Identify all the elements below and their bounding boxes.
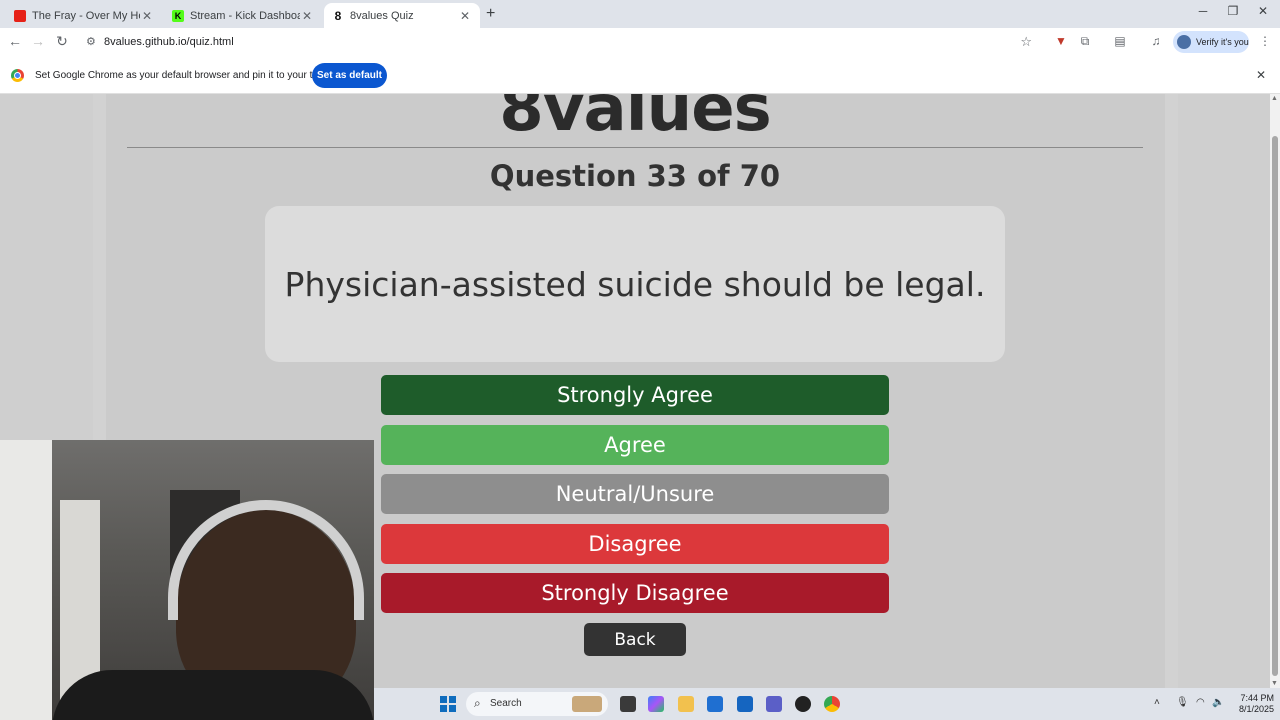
strongly-agree-button[interactable]: Strongly Agree [381, 375, 889, 415]
kick-icon: K [172, 9, 184, 22]
tab-strip: The Fray - Over My Head (Cable ✕ K Strea… [0, 0, 1280, 28]
restore-icon[interactable]: ❐ [1218, 4, 1248, 18]
scroll-down-icon[interactable]: ▼ [1271, 680, 1278, 687]
menu-kebab-icon[interactable]: ⋮ [1256, 34, 1274, 48]
chrome-taskbar-icon[interactable] [824, 696, 840, 712]
webcam-overlay [0, 440, 374, 720]
store-icon[interactable] [707, 696, 723, 712]
webcam-wall [0, 440, 52, 720]
tab-8values[interactable]: 8 8values Quiz ✕ [324, 3, 480, 28]
mail-icon[interactable] [737, 696, 753, 712]
question-text: Physician-assisted suicide should be leg… [284, 264, 986, 304]
close-infobar-icon[interactable]: ✕ [1256, 68, 1266, 82]
default-browser-infobar: Set Google Chrome as your default browse… [0, 57, 1280, 94]
media-controls-icon[interactable]: ♫ [1147, 34, 1165, 48]
question-counter: Question 33 of 70 [489, 159, 781, 193]
bookmark-star-icon[interactable]: ☆ [1020, 34, 1032, 50]
back-button[interactable]: Back [584, 623, 686, 656]
scrollbar-thumb[interactable] [1272, 136, 1278, 676]
browser-toolbar: ← → ↻ ⚙ 8values.github.io/quiz.html ☆ ▼ … [0, 28, 1280, 57]
back-arrow-icon[interactable]: ← [6, 33, 24, 49]
page-scrollbar[interactable]: ▲ ▼ [1270, 94, 1280, 688]
extension-icon[interactable]: ▼ [1052, 34, 1070, 48]
obs-icon[interactable] [795, 696, 811, 712]
youtube-icon [14, 9, 26, 22]
tab-kick[interactable]: K Stream - Kick Dashboard ✕ [164, 3, 322, 28]
scroll-up-icon[interactable]: ▲ [1271, 95, 1278, 102]
disagree-button[interactable]: Disagree [381, 524, 889, 564]
strongly-disagree-button[interactable]: Strongly Disagree [381, 573, 889, 613]
clock-time: 7:44 PM [1240, 693, 1274, 703]
task-view-icon[interactable] [620, 696, 636, 712]
taskbar-search[interactable]: ⌕ Search [466, 692, 608, 716]
search-highlight-image [572, 696, 602, 712]
teams-icon[interactable] [766, 696, 782, 712]
neutral-unsure-button[interactable]: Neutral/Unsure [381, 474, 889, 514]
address-bar[interactable]: ⚙ 8values.github.io/quiz.html ☆ [80, 31, 1040, 54]
search-icon: ⌕ [474, 696, 481, 710]
avatar [1177, 35, 1191, 49]
set-as-default-button[interactable]: Set as default [312, 63, 387, 88]
copilot-icon[interactable] [648, 696, 664, 712]
question-box: Physician-assisted suicide should be leg… [265, 206, 1005, 362]
divider [127, 147, 1143, 148]
minimize-icon[interactable]: ─ [1188, 4, 1218, 18]
close-tab-icon[interactable]: ✕ [458, 9, 472, 23]
reading-mode-icon[interactable]: ▤ [1111, 34, 1129, 48]
taskbar-clock[interactable]: 7:44 PM 8/1/2025 [1226, 693, 1274, 715]
tab-youtube[interactable]: The Fray - Over My Head (Cable ✕ [6, 3, 162, 28]
chrome-logo-icon [11, 69, 24, 82]
file-explorer-icon[interactable] [678, 696, 694, 712]
profile-label: Verify it's you [1196, 37, 1249, 47]
new-tab-button[interactable]: + [486, 5, 495, 23]
microphone-icon[interactable]: 🎙 [1176, 697, 1189, 708]
tab-title: 8values Quiz [350, 9, 414, 22]
page-title: 8values [499, 94, 771, 146]
close-window-icon[interactable]: ✕ [1248, 4, 1278, 18]
8values-icon: 8 [334, 8, 342, 23]
tab-title: Stream - Kick Dashboard [190, 9, 300, 22]
url-text[interactable]: 8values.github.io/quiz.html [104, 36, 234, 48]
close-tab-icon[interactable]: ✕ [140, 9, 154, 23]
search-label: Search [490, 698, 522, 709]
extensions-puzzle-icon[interactable]: ⧉ [1076, 34, 1094, 49]
agree-button[interactable]: Agree [381, 425, 889, 465]
forward-arrow-icon[interactable]: → [29, 33, 47, 49]
webcam-person-shoulders [52, 670, 374, 720]
clock-date: 8/1/2025 [1238, 704, 1274, 714]
windows-start-icon[interactable] [440, 696, 456, 712]
wifi-icon[interactable]: ◠ [1196, 697, 1205, 708]
tab-title: The Fray - Over My Head (Cable [32, 9, 140, 22]
reload-icon[interactable]: ↻ [53, 33, 71, 50]
close-tab-icon[interactable]: ✕ [300, 9, 314, 23]
site-info-icon[interactable]: ⚙ [86, 35, 96, 48]
profile-button[interactable]: Verify it's you [1173, 31, 1249, 53]
volume-icon[interactable]: 🔈 [1212, 697, 1224, 708]
windows-taskbar: ⌕ Search ˄ 🎙 ◠ 🔈 7:44 PM 8/1/2025 [374, 688, 1280, 720]
infobar-message: Set Google Chrome as your default browse… [35, 70, 343, 81]
tray-overflow-icon[interactable]: ˄ [1154, 697, 1160, 708]
